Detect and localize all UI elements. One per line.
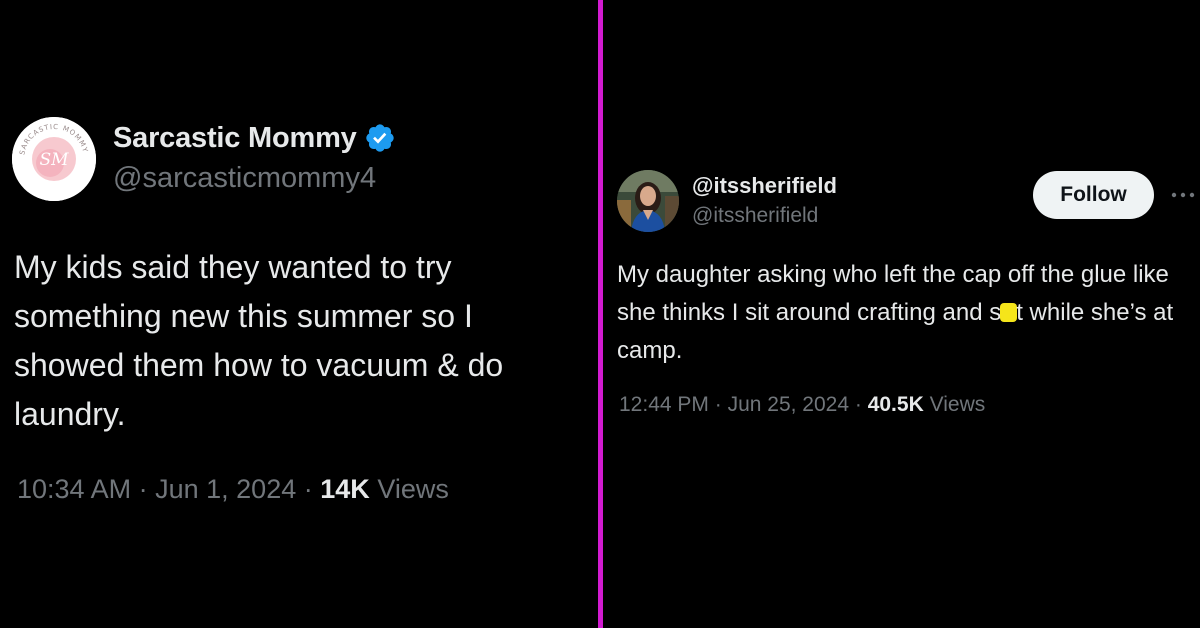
views-count: 14K [320,474,370,504]
meta-separator: · [854,393,862,416]
sarcastic-mommy-logo: SM SARCASTIC MOMMY [12,117,96,201]
profile-photo [617,170,679,232]
censor-mark [1000,303,1018,322]
author-name-row: Sarcastic Mommy [113,118,396,158]
follow-button[interactable]: Follow [1033,171,1154,219]
tweet-meta: 10:34 AM · Jun 1, 2024 · 14K Views [17,474,449,505]
meta-separator: · [303,474,313,504]
avatar[interactable]: SM SARCASTIC MOMMY [12,117,96,201]
logo-initials: SM [39,150,69,170]
display-name[interactable]: @itssherifield [692,173,837,199]
tweet-time[interactable]: 10:34 AM [17,474,131,504]
tweet-text: My daughter asking who left the cap off … [617,256,1200,370]
display-name[interactable]: Sarcastic Mommy [113,122,357,155]
meta-separator: · [138,474,148,504]
split-screenshot-canvas: SM SARCASTIC MOMMY Sarcastic Mommy @sarc… [0,0,1200,628]
views-count: 40.5K [867,393,924,416]
avatar[interactable] [617,170,679,232]
views-label: Views [929,393,986,416]
views-label: Views [377,474,449,504]
tweet-text: My kids said they wanted to try somethin… [14,249,504,432]
verified-badge-icon [364,122,396,154]
user-handle[interactable]: @sarcasticmommy4 [113,162,376,195]
meta-separator: · [714,393,722,416]
tweet-time[interactable]: 12:44 PM [619,393,709,416]
left-tweet: SM SARCASTIC MOMMY Sarcastic Mommy @sarc… [0,0,598,628]
user-handle[interactable]: @itssherifield [692,204,818,228]
tweet-date[interactable]: Jun 1, 2024 [155,474,296,504]
more-options-icon[interactable] [1168,180,1198,210]
right-tweet: @itssherifield @itssherifield Follow My … [603,0,1200,628]
tweet-date[interactable]: Jun 25, 2024 [728,393,849,416]
tweet-meta: 12:44 PM · Jun 25, 2024 · 40.5K Views [619,393,985,417]
